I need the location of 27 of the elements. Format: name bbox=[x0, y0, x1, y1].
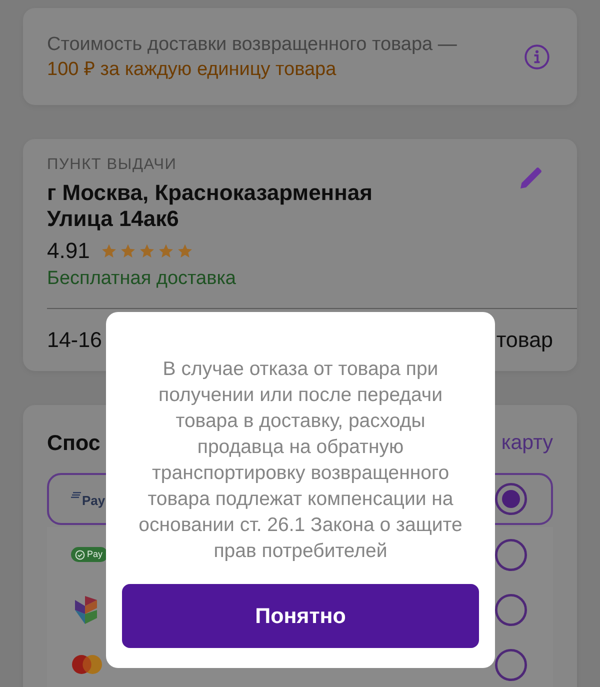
radio-button[interactable] bbox=[495, 648, 527, 680]
dialog-message: В случае отказа от товара при получении или после передачи товара в доставку, расходы продавца на обратную транспортировку возвращенного товара подлежат компенсации на основании ст. 26.1 Закона о защите прав потребителей bbox=[138, 357, 464, 564]
section-title: Спос bbox=[47, 430, 100, 456]
confirm-button[interactable]: Понятно bbox=[122, 584, 479, 648]
delivery-note: Бесплатная доставка bbox=[47, 268, 237, 290]
radio-button[interactable] bbox=[495, 538, 527, 570]
price-text: 100 ₽ за каждую единицу товара bbox=[47, 58, 338, 82]
logo-text: Pay bbox=[87, 549, 103, 560]
star-icon bbox=[102, 244, 116, 258]
logo-text: Pay bbox=[82, 493, 106, 508]
triangles-logo-icon bbox=[75, 596, 99, 624]
overlapping-circles-icon bbox=[72, 655, 102, 674]
lines-icon bbox=[71, 492, 81, 498]
rating-value: 4.91 bbox=[47, 237, 90, 265]
summary-text: товар bbox=[496, 328, 553, 353]
radio-button[interactable] bbox=[495, 483, 527, 515]
check-circle-icon bbox=[75, 550, 85, 560]
star-icon bbox=[158, 244, 173, 258]
radio-button[interactable] bbox=[495, 594, 527, 626]
info-icon[interactable] bbox=[524, 44, 550, 70]
section-label: ПУНКТ ВЫДАЧИ bbox=[47, 156, 178, 174]
address-text: г Москва, Красноказарменная Улица 14ак6 bbox=[47, 180, 374, 232]
star-icon bbox=[120, 244, 135, 258]
notice-text: Стоимость доставки возвращенного товара — bbox=[47, 33, 457, 57]
star-icon bbox=[140, 244, 154, 258]
star-icon bbox=[178, 244, 192, 258]
summary-text: 14-16 bbox=[47, 328, 102, 353]
